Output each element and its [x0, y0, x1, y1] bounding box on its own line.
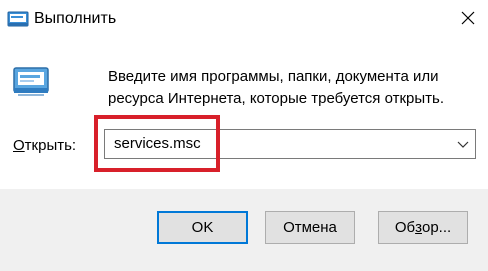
- cancel-button[interactable]: Отмена: [265, 211, 355, 244]
- open-combobox[interactable]: services.msc: [104, 129, 476, 159]
- open-label-accelerator: О: [13, 137, 25, 154]
- run-app-icon: [7, 11, 29, 27]
- run-dialog: Выполнить Введите имя программы, папки, …: [0, 0, 488, 271]
- open-label-rest: ткрыть:: [24, 137, 77, 154]
- browse-button[interactable]: Об з ор...: [378, 211, 468, 244]
- instruction-text: Введите имя программы, папки, документа …: [108, 68, 444, 107]
- close-icon: [461, 11, 475, 25]
- ok-button[interactable]: OK: [157, 211, 248, 244]
- window-title: Выполнить: [34, 10, 117, 27]
- chevron-down-icon[interactable]: [457, 139, 469, 149]
- open-input[interactable]: services.msc: [114, 135, 201, 153]
- browse-label-end: ор...: [421, 219, 452, 236]
- run-program-icon: [13, 67, 49, 96]
- browse-label-start: Об: [394, 219, 416, 236]
- close-button[interactable]: [452, 3, 484, 33]
- open-label: Открыть:: [13, 137, 76, 155]
- browse-label-accelerator: з: [415, 219, 422, 236]
- title-bar: Выполнить: [0, 0, 488, 38]
